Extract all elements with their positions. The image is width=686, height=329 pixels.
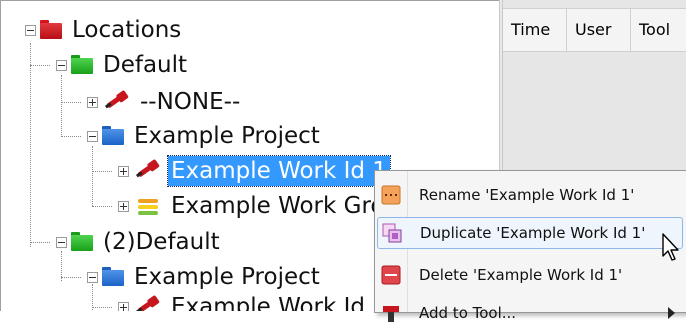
tree-node-locations[interactable]: Locations	[40, 15, 184, 45]
column-header-time[interactable]: Time	[503, 9, 567, 51]
tree-node-work-group[interactable]: Example Work Gro	[133, 191, 388, 221]
red-tool-icon	[135, 159, 160, 178]
column-header-tool[interactable]: Tool	[631, 9, 686, 51]
tree-node-work-id-selected[interactable]: Example Work Id 1	[133, 155, 391, 187]
red-folder-icon	[40, 20, 62, 39]
tree-connector	[92, 171, 112, 172]
tree-node-label: Example Work Id 1	[171, 294, 387, 311]
blue-folder-icon	[102, 267, 124, 286]
menu-item-rename[interactable]: Rename 'Example Work Id 1'	[377, 179, 683, 211]
collapse-toggle[interactable]	[25, 25, 36, 36]
blue-folder-icon	[102, 126, 124, 145]
tree-node-label: (2)Default	[103, 229, 220, 255]
tree-connector	[61, 75, 62, 137]
tree-connector	[61, 277, 81, 278]
context-menu: Rename 'Example Work Id 1' Duplicate 'Ex…	[374, 170, 686, 322]
tree-node-label: --NONE--	[140, 89, 241, 115]
expand-toggle[interactable]	[118, 302, 129, 311]
tree-node-label: Locations	[72, 17, 182, 43]
collapse-toggle[interactable]	[56, 237, 67, 248]
red-tool-icon	[135, 295, 160, 311]
add-to-tool-icon	[377, 299, 405, 327]
tree-connector	[92, 146, 93, 206]
tree-node-example-project[interactable]: Example Project	[102, 121, 323, 151]
tree-node-work-id-2[interactable]: Example Work Id 1	[133, 292, 390, 311]
delete-icon	[377, 261, 405, 289]
tree-connector	[30, 43, 31, 247]
submenu-arrow-icon	[668, 307, 675, 319]
tree-node-label: Example Project	[134, 123, 320, 149]
tree-node-label: Example Project	[134, 264, 320, 290]
menu-item-add-to-tool[interactable]: Add to Tool...	[377, 297, 683, 329]
work-group-icon	[138, 199, 158, 215]
menu-item-label: Duplicate 'Example Work Id 1'	[420, 224, 646, 242]
red-tool-icon	[104, 90, 129, 109]
menu-item-label: Delete 'Example Work Id 1'	[419, 266, 623, 284]
menu-item-label: Add to Tool...	[419, 304, 517, 322]
green-folder-icon	[71, 55, 93, 74]
collapse-toggle[interactable]	[87, 131, 98, 142]
rename-icon	[377, 181, 405, 209]
tree-node-none[interactable]: --NONE--	[102, 87, 243, 117]
tree-connector	[61, 102, 81, 103]
tree-connector	[92, 307, 112, 308]
tree-connector	[30, 65, 50, 66]
tree-node-default[interactable]: Default	[71, 50, 190, 80]
tree-connector	[30, 242, 50, 243]
tree-node-default-2[interactable]: (2)Default	[71, 227, 223, 257]
menu-item-duplicate[interactable]: Duplicate 'Example Work Id 1'	[377, 217, 683, 249]
green-folder-icon	[71, 232, 93, 251]
menu-item-label: Rename 'Example Work Id 1'	[419, 186, 635, 204]
tree-connector	[61, 136, 81, 137]
duplicate-icon	[378, 219, 406, 247]
expand-toggle[interactable]	[87, 97, 98, 108]
tree-node-label: Example Work Id 1	[167, 155, 391, 187]
menu-item-delete[interactable]: Delete 'Example Work Id 1'	[377, 259, 683, 291]
expand-toggle[interactable]	[118, 166, 129, 177]
expand-toggle[interactable]	[118, 201, 129, 212]
tree-node-example-project-2[interactable]: Example Project	[102, 262, 323, 292]
column-header-user[interactable]: User	[567, 9, 631, 51]
collapse-toggle[interactable]	[56, 60, 67, 71]
tree-connector	[92, 206, 112, 207]
collapse-toggle[interactable]	[87, 272, 98, 283]
tree-node-label: Example Work Gro	[171, 193, 385, 219]
mouse-pointer-icon	[662, 233, 679, 261]
grid-header: Time User Tool	[503, 8, 686, 52]
tree-node-label: Default	[103, 52, 188, 78]
